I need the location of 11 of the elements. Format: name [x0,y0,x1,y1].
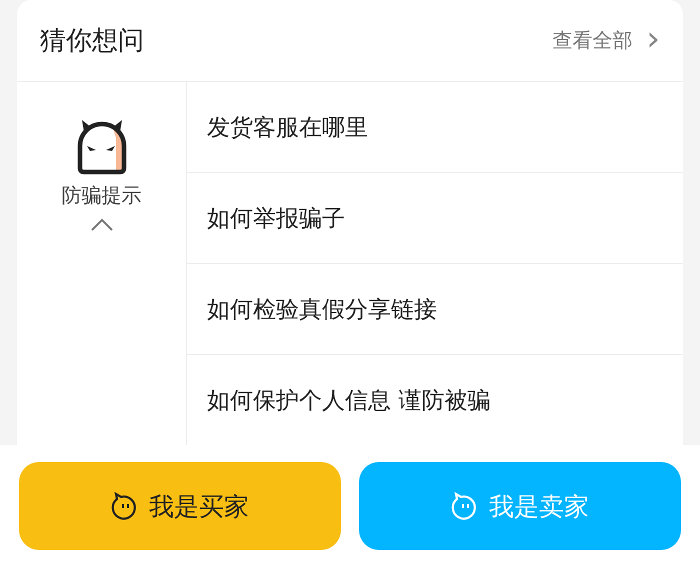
buyer-button[interactable]: 我是买家 [19,462,341,550]
question-item[interactable]: 如何检验真假分享链接 [207,294,437,324]
card-title: 猜你想问 [40,25,144,58]
ghost-icon [76,118,128,176]
question-item[interactable]: 如何举报骗子 [207,202,345,234]
chevron-up-icon[interactable] [90,217,114,231]
face-icon [451,492,479,520]
tip-label: 防骗提示 [62,182,142,209]
question-item[interactable]: 如何保护个人信息 谨防被骗 [207,384,490,416]
face-icon [111,492,139,520]
question-item[interactable]: 发货客服在哪里 [207,112,368,142]
